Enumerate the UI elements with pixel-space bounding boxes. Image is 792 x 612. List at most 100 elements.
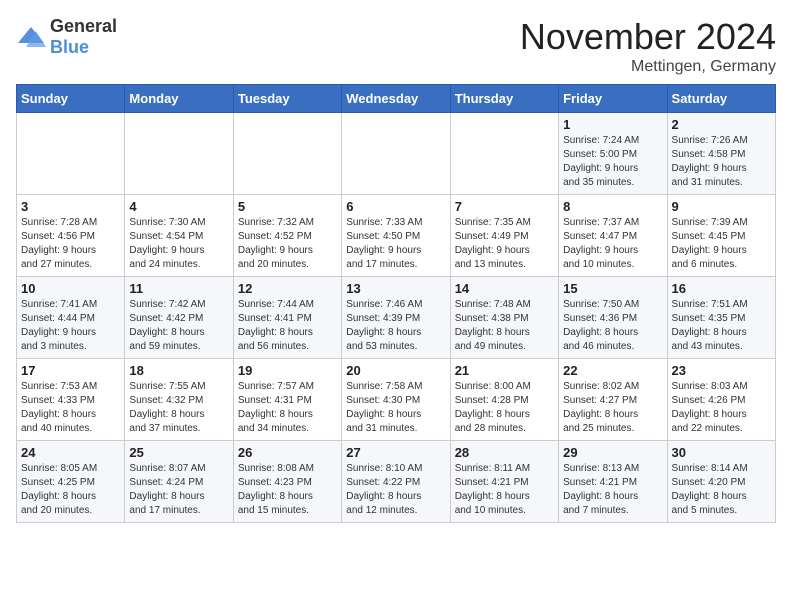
day-info: Sunrise: 8:11 AM Sunset: 4:21 PM Dayligh… <box>455 462 554 518</box>
calendar-cell <box>342 113 450 195</box>
day-number: 24 <box>21 445 120 460</box>
day-number: 11 <box>129 281 228 296</box>
day-number: 19 <box>238 363 337 378</box>
day-info: Sunrise: 7:58 AM Sunset: 4:30 PM Dayligh… <box>346 380 445 436</box>
day-info: Sunrise: 7:33 AM Sunset: 4:50 PM Dayligh… <box>346 216 445 272</box>
day-info: Sunrise: 7:24 AM Sunset: 5:00 PM Dayligh… <box>563 134 662 190</box>
calendar-cell: 4Sunrise: 7:30 AM Sunset: 4:54 PM Daylig… <box>125 195 233 277</box>
calendar-cell: 13 Sunrise: 7:46 AM Sunset: 4:39 PM Dayli… <box>342 277 450 359</box>
calendar-cell: 15Sunrise: 7:50 AM Sunset: 4:36 PM Dayli… <box>559 277 667 359</box>
week-row-3: 10 Sunrise: 7:41 AM Sunset: 4:44 PM Dayli… <box>17 277 776 359</box>
day-info: Sunrise: 8:10 AM Sunset: 4:22 PM Dayligh… <box>346 462 445 518</box>
calendar-cell: 5 Sunrise: 7:32 AM Sunset: 4:52 PM Daylig… <box>233 195 341 277</box>
day-number: 14 <box>455 281 554 296</box>
day-number: 8 <box>563 199 662 214</box>
day-number: 1 <box>563 117 662 132</box>
day-header-saturday: Saturday <box>667 85 775 113</box>
calendar-cell: 19 Sunrise: 7:57 AM Sunset: 4:31 PM Dayli… <box>233 359 341 441</box>
day-info: Sunrise: 7:53 AM Sunset: 4:33 PM Dayligh… <box>21 380 120 436</box>
calendar-cell: 16 Sunrise: 7:51 AM Sunset: 4:35 PM Dayli… <box>667 277 775 359</box>
day-info: Sunrise: 7:32 AM Sunset: 4:52 PM Dayligh… <box>238 216 337 272</box>
day-number: 29 <box>563 445 662 460</box>
day-info: Sunrise: 7:57 AM Sunset: 4:31 PM Dayligh… <box>238 380 337 436</box>
day-info: Sunrise: 8:02 AM Sunset: 4:27 PM Dayligh… <box>563 380 662 436</box>
calendar-cell: 26 Sunrise: 8:08 AM Sunset: 4:23 PM Dayli… <box>233 441 341 523</box>
logo-general: General <box>50 16 117 36</box>
calendar-cell <box>233 113 341 195</box>
day-header-thursday: Thursday <box>450 85 558 113</box>
logo-blue: Blue <box>50 37 89 57</box>
day-number: 26 <box>238 445 337 460</box>
day-number: 28 <box>455 445 554 460</box>
day-info: Sunrise: 7:46 AM Sunset: 4:39 PM Dayligh… <box>346 298 445 354</box>
day-number: 7 <box>455 199 554 214</box>
day-info: Sunrise: 8:07 AM Sunset: 4:24 PM Dayligh… <box>129 462 228 518</box>
day-number: 6 <box>346 199 445 214</box>
day-number: 3 <box>21 199 120 214</box>
day-info: Sunrise: 8:05 AM Sunset: 4:25 PM Dayligh… <box>21 462 120 518</box>
calendar-cell: 21Sunrise: 8:00 AM Sunset: 4:28 PM Dayli… <box>450 359 558 441</box>
day-info: Sunrise: 7:51 AM Sunset: 4:35 PM Dayligh… <box>672 298 771 354</box>
day-number: 5 <box>238 199 337 214</box>
calendar-cell: 3 Sunrise: 7:28 AM Sunset: 4:56 PM Daylig… <box>17 195 125 277</box>
day-number: 20 <box>346 363 445 378</box>
day-info: Sunrise: 7:26 AM Sunset: 4:58 PM Dayligh… <box>672 134 771 190</box>
calendar-cell: 17Sunrise: 7:53 AM Sunset: 4:33 PM Dayli… <box>17 359 125 441</box>
calendar-cell: 6 Sunrise: 7:33 AM Sunset: 4:50 PM Daylig… <box>342 195 450 277</box>
week-row-5: 24 Sunrise: 8:05 AM Sunset: 4:25 PM Dayli… <box>17 441 776 523</box>
day-number: 18 <box>129 363 228 378</box>
day-number: 30 <box>672 445 771 460</box>
day-info: Sunrise: 8:13 AM Sunset: 4:21 PM Dayligh… <box>563 462 662 518</box>
calendar-cell: 12 Sunrise: 7:44 AM Sunset: 4:41 PM Dayli… <box>233 277 341 359</box>
day-info: Sunrise: 7:50 AM Sunset: 4:36 PM Dayligh… <box>563 298 662 354</box>
calendar-cell: 24 Sunrise: 8:05 AM Sunset: 4:25 PM Dayli… <box>17 441 125 523</box>
calendar-cell: 8Sunrise: 7:37 AM Sunset: 4:47 PM Daylig… <box>559 195 667 277</box>
day-info: Sunrise: 8:08 AM Sunset: 4:23 PM Dayligh… <box>238 462 337 518</box>
day-number: 13 <box>346 281 445 296</box>
day-info: Sunrise: 7:41 AM Sunset: 4:44 PM Dayligh… <box>21 298 120 354</box>
day-header-sunday: Sunday <box>17 85 125 113</box>
day-info: Sunrise: 7:35 AM Sunset: 4:49 PM Dayligh… <box>455 216 554 272</box>
day-number: 25 <box>129 445 228 460</box>
calendar-cell: 28 Sunrise: 8:11 AM Sunset: 4:21 PM Dayli… <box>450 441 558 523</box>
calendar-cell <box>450 113 558 195</box>
day-header-monday: Monday <box>125 85 233 113</box>
calendar-cell: 20 Sunrise: 7:58 AM Sunset: 4:30 PM Dayli… <box>342 359 450 441</box>
logo-text: General Blue <box>50 16 117 58</box>
day-info: Sunrise: 7:44 AM Sunset: 4:41 PM Dayligh… <box>238 298 337 354</box>
day-header-friday: Friday <box>559 85 667 113</box>
day-number: 16 <box>672 281 771 296</box>
day-info: Sunrise: 8:14 AM Sunset: 4:20 PM Dayligh… <box>672 462 771 518</box>
calendar-cell: 22Sunrise: 8:02 AM Sunset: 4:27 PM Dayli… <box>559 359 667 441</box>
week-row-1: 1 Sunrise: 7:24 AM Sunset: 5:00 PM Daylig… <box>17 113 776 195</box>
day-info: Sunrise: 7:28 AM Sunset: 4:56 PM Dayligh… <box>21 216 120 272</box>
day-info: Sunrise: 8:03 AM Sunset: 4:26 PM Dayligh… <box>672 380 771 436</box>
calendar-cell: 29 Sunrise: 8:13 AM Sunset: 4:21 PM Dayli… <box>559 441 667 523</box>
calendar-cell: 18Sunrise: 7:55 AM Sunset: 4:32 PM Dayli… <box>125 359 233 441</box>
calendar-cell: 27 Sunrise: 8:10 AM Sunset: 4:22 PM Dayli… <box>342 441 450 523</box>
calendar-cell: 30 Sunrise: 8:14 AM Sunset: 4:20 PM Dayli… <box>667 441 775 523</box>
day-number: 23 <box>672 363 771 378</box>
calendar-cell: 25 Sunrise: 8:07 AM Sunset: 4:24 PM Dayli… <box>125 441 233 523</box>
calendar-cell: 1 Sunrise: 7:24 AM Sunset: 5:00 PM Daylig… <box>559 113 667 195</box>
logo-icon <box>16 25 46 49</box>
calendar-cell: 14Sunrise: 7:48 AM Sunset: 4:38 PM Dayli… <box>450 277 558 359</box>
day-header-tuesday: Tuesday <box>233 85 341 113</box>
calendar-cell: 7 Sunrise: 7:35 AM Sunset: 4:49 PM Daylig… <box>450 195 558 277</box>
logo: General Blue <box>16 16 117 58</box>
location: Mettingen, Germany <box>520 58 776 76</box>
calendar-cell: 2 Sunrise: 7:26 AM Sunset: 4:58 PM Daylig… <box>667 113 775 195</box>
day-number: 12 <box>238 281 337 296</box>
calendar-cell: 11Sunrise: 7:42 AM Sunset: 4:42 PM Dayli… <box>125 277 233 359</box>
day-number: 4 <box>129 199 228 214</box>
day-number: 9 <box>672 199 771 214</box>
week-row-4: 17Sunrise: 7:53 AM Sunset: 4:33 PM Dayli… <box>17 359 776 441</box>
day-number: 2 <box>672 117 771 132</box>
calendar-cell: 23 Sunrise: 8:03 AM Sunset: 4:26 PM Dayli… <box>667 359 775 441</box>
calendar-cell <box>125 113 233 195</box>
day-info: Sunrise: 7:39 AM Sunset: 4:45 PM Dayligh… <box>672 216 771 272</box>
day-number: 21 <box>455 363 554 378</box>
day-number: 27 <box>346 445 445 460</box>
header: General Blue November 2024 Mettingen, Ge… <box>16 16 776 76</box>
day-number: 10 <box>21 281 120 296</box>
